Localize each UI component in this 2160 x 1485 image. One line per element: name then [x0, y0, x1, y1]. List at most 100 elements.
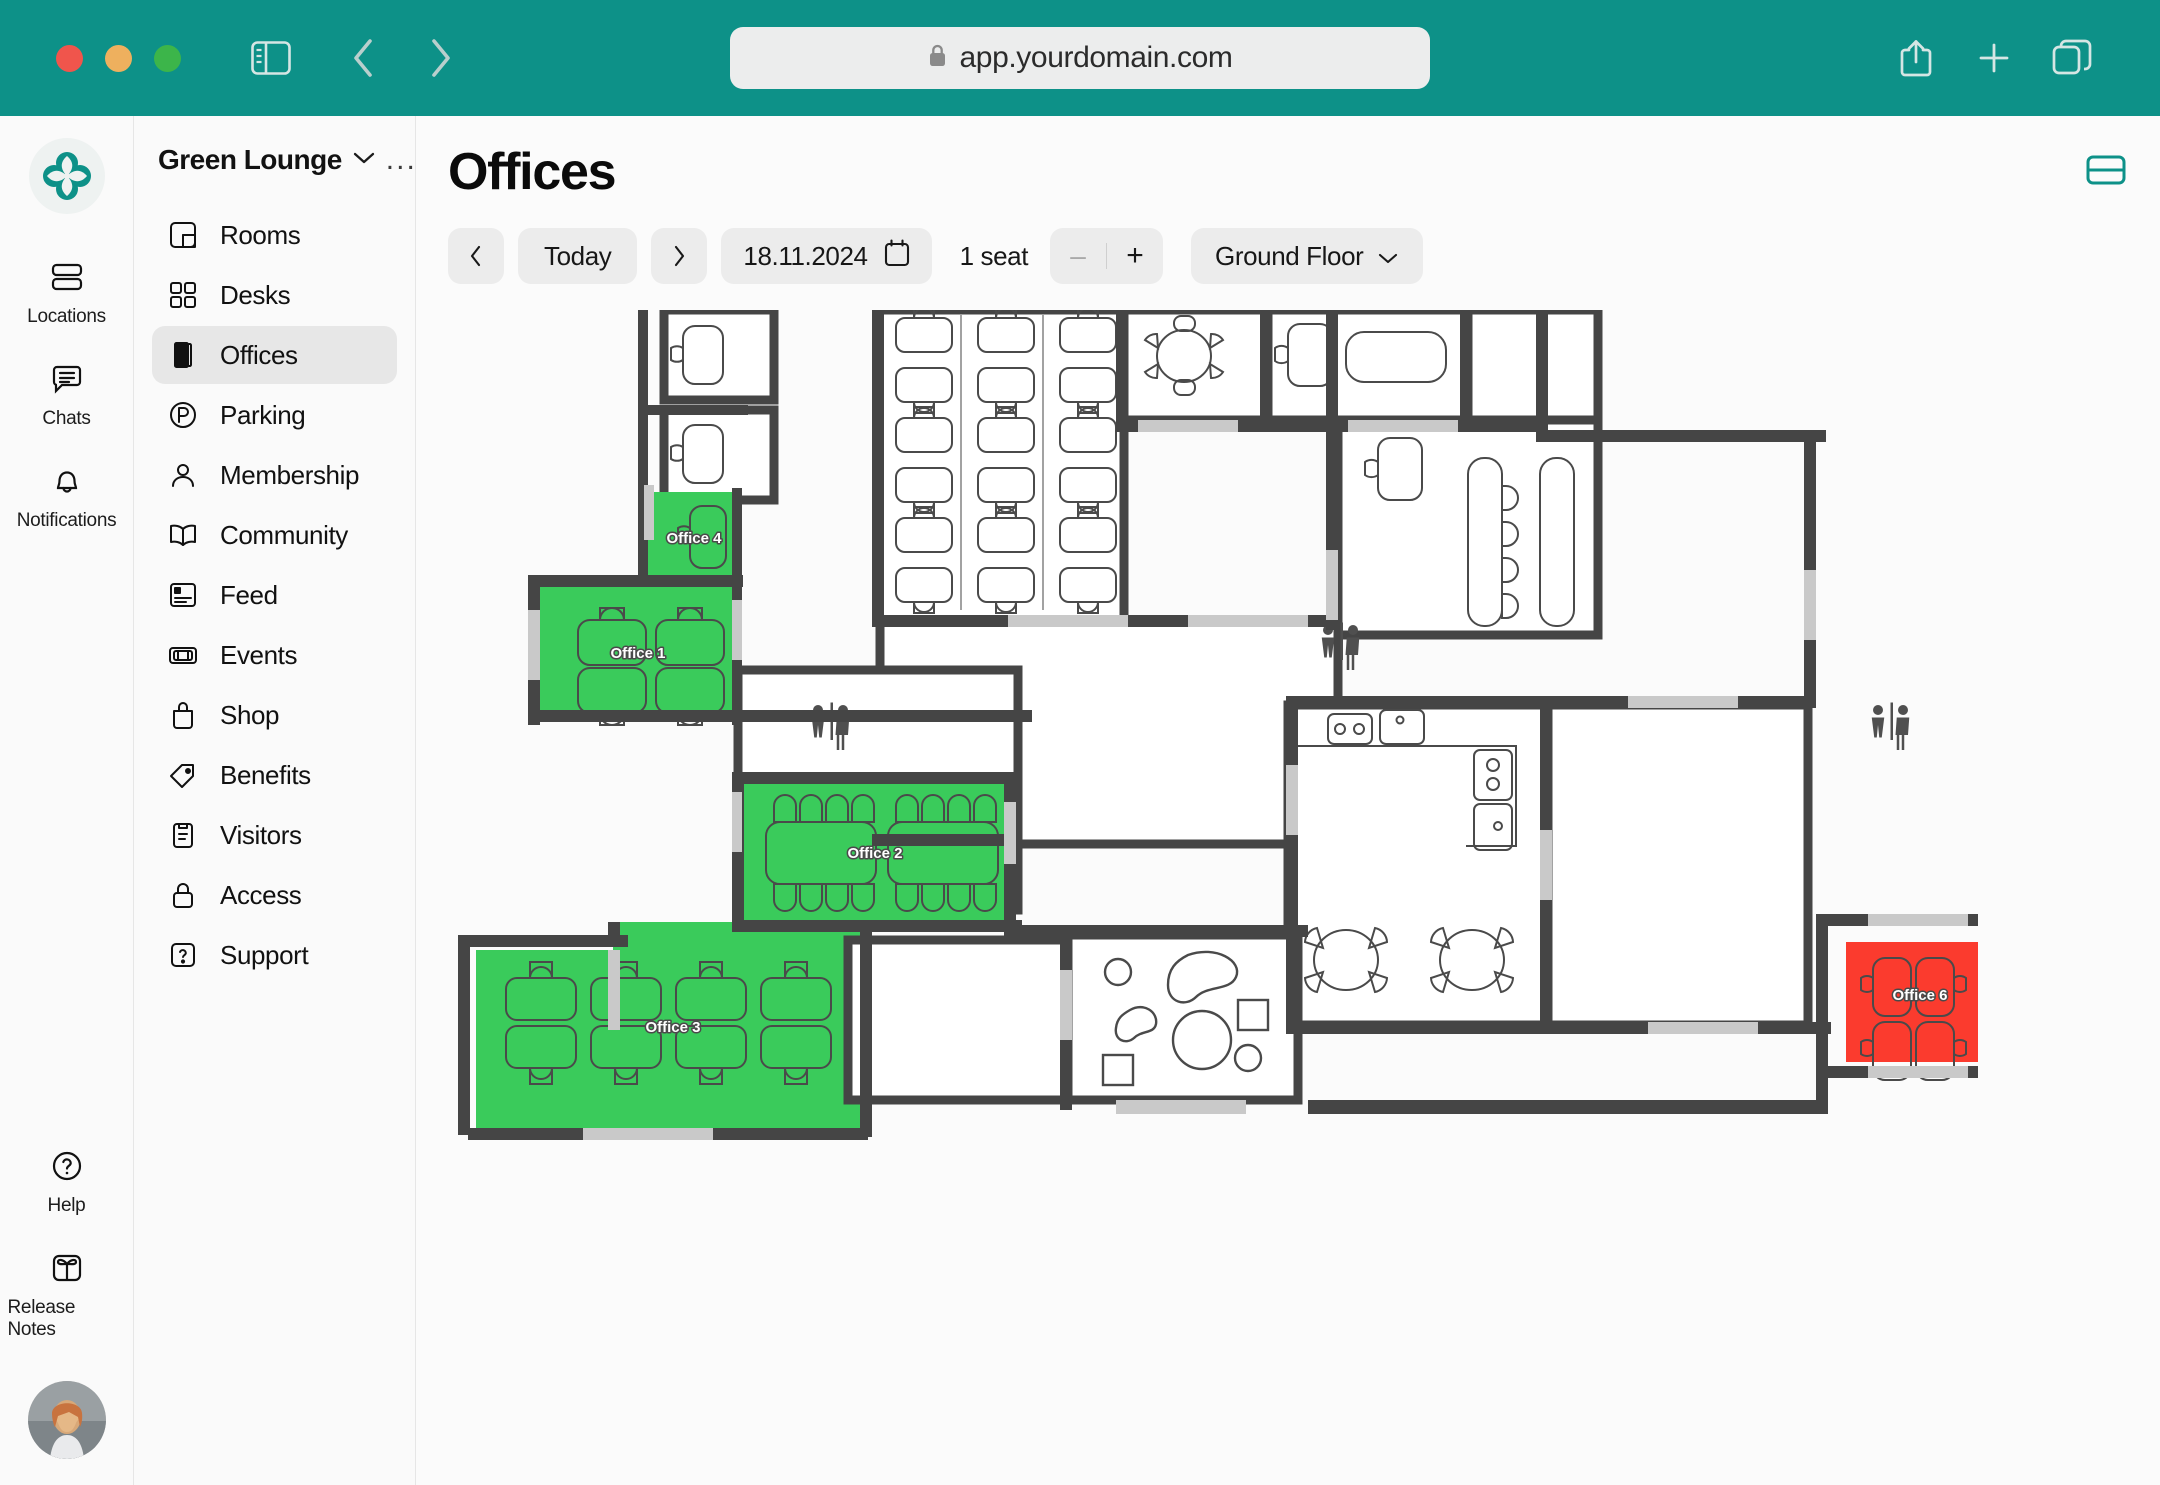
browser-titlebar: app.yourdomain.com — [0, 0, 2160, 116]
toolbar: Today 18.11.2024 1 seat – + Ground Floor — [448, 228, 2126, 284]
person-icon — [168, 460, 198, 490]
rail-label-chats: Chats — [42, 408, 91, 429]
sidebar-item-label: Support — [220, 939, 309, 970]
desks-icon — [168, 280, 198, 310]
sidebar-item-label: Rooms — [220, 219, 301, 250]
url-text: app.yourdomain.com — [959, 41, 1233, 74]
floor-label: Ground Floor — [1215, 240, 1364, 271]
sidebar-item-label: Offices — [220, 339, 298, 370]
office-4: Office 4 — [648, 492, 740, 582]
office-1-label: Office 1 — [610, 645, 665, 662]
icon-rail: Locations Chats Notifications Help Relea… — [0, 116, 134, 1485]
sidebar-item-label: Visitors — [220, 819, 302, 850]
content-header: Offices Today 18.11.2024 1 seat – + Grou… — [416, 116, 2160, 284]
office-4-label: Office 4 — [666, 530, 722, 547]
lounge-room — [1063, 930, 1303, 1105]
office-3-label: Office 3 — [645, 1019, 700, 1036]
floor-selector[interactable]: Ground Floor — [1191, 228, 1424, 284]
sidebar-item-offices[interactable]: Offices — [152, 326, 397, 384]
bell-icon — [50, 464, 84, 503]
lock-icon — [168, 880, 198, 910]
office-6: Office 6 — [1846, 942, 1978, 1081]
gift-icon — [50, 1251, 84, 1290]
sidebar-item-label: Desks — [220, 279, 291, 310]
sidebar-item-feed[interactable]: Feed — [152, 566, 397, 624]
sidebar-item-desks[interactable]: Desks — [152, 266, 397, 324]
meeting-rooms-top — [1119, 310, 1603, 425]
rooms-icon — [168, 220, 198, 250]
browser-window: app.yourdomain.com Locations Chats Notif… — [0, 0, 2160, 1485]
address-bar[interactable]: app.yourdomain.com — [730, 27, 1430, 89]
title-row: Offices — [448, 142, 2126, 202]
increment-seat-button[interactable]: + — [1107, 239, 1163, 273]
sidebar-item-label: Benefits — [220, 759, 311, 790]
kitchen — [1283, 700, 1553, 1030]
sidebar-item-label: Membership — [220, 459, 360, 490]
sidebar-item-visitors[interactable]: Visitors — [152, 806, 397, 864]
rail-item-release-notes[interactable]: Release Notes — [8, 1239, 126, 1351]
chevron-down-icon — [1377, 241, 1399, 272]
rail-item-chats[interactable]: Chats — [8, 350, 126, 440]
sidebar-item-label: Shop — [220, 699, 280, 730]
support-icon — [168, 940, 198, 970]
sidebar-item-label: Events — [220, 639, 298, 670]
rail-label-locations: Locations — [27, 306, 106, 327]
list-view-icon[interactable] — [2086, 154, 2126, 191]
rail-item-notifications[interactable]: Notifications — [8, 452, 126, 542]
sidebar-item-rooms[interactable]: Rooms — [152, 206, 397, 264]
bag-icon — [168, 700, 198, 730]
sidebar-item-support[interactable]: Support — [152, 926, 397, 984]
clipboard-icon — [168, 820, 198, 850]
today-button[interactable]: Today — [518, 228, 638, 284]
office-2: Office 2 — [740, 782, 1010, 927]
seat-stepper: – + — [1050, 228, 1164, 284]
parking-icon — [168, 400, 198, 430]
question-circle-icon — [50, 1149, 84, 1188]
rail-label-notifications: Notifications — [16, 510, 117, 531]
sidebar-item-shop[interactable]: Shop — [152, 686, 397, 744]
rail-label-help: Help — [47, 1195, 86, 1216]
sidebar-items: Rooms Desks Offices Parking Membership Commun… — [152, 206, 397, 986]
application-window: Locations Chats Notifications Help Relea… — [0, 116, 2160, 1485]
location-more-menu-button[interactable]: ... — [386, 145, 417, 175]
main-content: Offices Today 18.11.2024 1 seat – + Grou… — [416, 116, 2160, 1485]
chat-icon — [50, 362, 84, 401]
sidebar-item-label: Feed — [220, 579, 278, 610]
feed-icon — [168, 580, 198, 610]
location-name[interactable]: Green Lounge — [158, 144, 342, 176]
floorplan-viewport[interactable]: Office 4 Office 1 Office 2 Office 3 Offi… — [448, 310, 2160, 1485]
date-picker[interactable]: 18.11.2024 — [721, 228, 932, 284]
url-bar-container: app.yourdomain.com — [0, 27, 2160, 89]
rail-item-locations[interactable]: Locations — [8, 248, 126, 338]
office-1: Office 1 — [536, 585, 736, 726]
tag-icon — [168, 760, 198, 790]
long-table-room — [1333, 415, 1603, 640]
sidebar-item-label: Parking — [220, 399, 306, 430]
rail-label-release-notes: Release Notes — [7, 1297, 76, 1340]
rail-item-help[interactable]: Help — [8, 1137, 126, 1227]
avatar[interactable] — [27, 1381, 106, 1459]
sidebar-item-events[interactable]: Events — [152, 626, 397, 684]
calendar-icon — [884, 239, 910, 274]
sidebar-item-community[interactable]: Community — [152, 506, 397, 564]
sidebar-item-membership[interactable]: Membership — [152, 446, 397, 504]
sidebar-item-access[interactable]: Access — [152, 866, 397, 924]
sidebar-item-label: Access — [220, 879, 302, 910]
decrement-seat-button[interactable]: – — [1050, 240, 1106, 272]
floorplan-svg[interactable]: Office 4 Office 1 Office 2 Office 3 Offi… — [448, 310, 1978, 1470]
prev-day-button[interactable] — [448, 228, 504, 284]
locations-icon — [50, 260, 84, 299]
clover-logo[interactable] — [28, 138, 105, 214]
sidebar-item-label: Community — [220, 519, 348, 550]
date-value: 18.11.2024 — [743, 240, 868, 271]
lock-icon — [928, 43, 947, 73]
book-icon — [168, 520, 198, 550]
chevron-down-icon[interactable] — [352, 150, 376, 171]
seat-count-label: 1 seat — [959, 240, 1029, 271]
sidebar-item-parking[interactable]: Parking — [152, 386, 397, 444]
sidebar-item-benefits[interactable]: Benefits — [152, 746, 397, 804]
page-title: Offices — [448, 143, 616, 201]
next-day-button[interactable] — [651, 228, 708, 284]
office-2-label: Office 2 — [847, 845, 902, 862]
ticket-icon — [168, 640, 198, 670]
